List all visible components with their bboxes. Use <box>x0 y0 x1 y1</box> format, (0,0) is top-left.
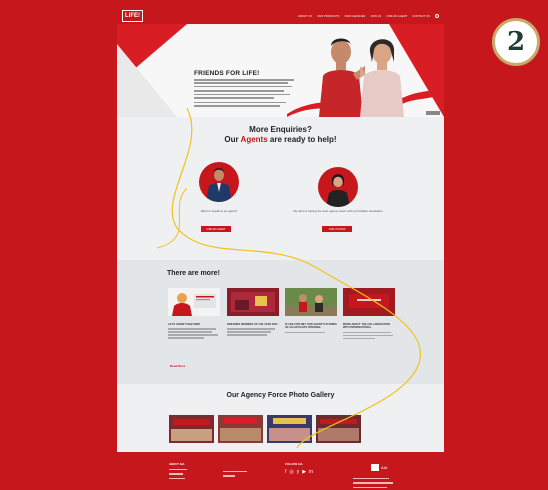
footer-brand: AIA <box>371 464 387 471</box>
news-card[interactable]: IS LIFE FOR ME? OUR AGENT'S STORIES OF A… <box>285 288 337 333</box>
step-number: 2 <box>506 27 526 57</box>
more-section: There are more! LET'S GROW TOGETHER! DRE <box>117 260 444 384</box>
footer-about-column: ABOUT AIA <box>169 462 209 482</box>
hero-person-left <box>319 38 365 117</box>
gallery-section: Our Agency Force Photo Gallery <box>117 384 444 452</box>
card-title: IS LIFE FOR ME? OUR AGENT'S STORIES OF A… <box>285 323 337 330</box>
instagram-icon[interactable]: ◎ <box>289 469 293 475</box>
site-footer: ABOUT AIA FOLLOW AIA f ◎ y ▶ in AIA <box>117 452 444 490</box>
gallery-photo[interactable] <box>267 415 312 443</box>
linkedin-icon[interactable]: in <box>309 469 313 475</box>
news-card[interactable]: LET'S GROW TOGETHER! <box>168 288 220 339</box>
nav-link-products[interactable]: OUR PRODUCTS <box>317 15 339 18</box>
news-card[interactable]: DREAMER WINNERS OF THE YEAR 2021 <box>227 288 279 336</box>
nav-link-find-agent[interactable]: FIND AN AGENT <box>386 15 407 18</box>
footer-follow-column: FOLLOW AIA f ◎ y ▶ in <box>285 462 313 475</box>
card-title: LET'S GROW TOGETHER! <box>168 323 201 326</box>
hero-grey-shape <box>117 44 177 117</box>
enquiries-subtitle: Our Agents are ready to help! <box>117 135 444 145</box>
card-thumbnail <box>285 288 337 316</box>
subtitle-highlight: Agents <box>240 135 268 144</box>
gallery-photo[interactable] <box>316 415 361 443</box>
step-number-badge: 2 <box>492 18 540 66</box>
hero-title: FRIENDS FOR LIFE! <box>194 70 260 77</box>
subtitle-suffix: are ready to help! <box>267 135 337 144</box>
hero-paragraph <box>194 79 294 109</box>
youtube-icon[interactable]: ▶ <box>302 469 306 475</box>
more-title: There are more! <box>167 270 220 277</box>
news-card[interactable]: MORE ABOUT THE COLLABORATION WITH INTERN… <box>343 288 395 340</box>
join-us-button[interactable]: JOIN US NOW <box>322 226 352 232</box>
footer-links-column <box>223 471 263 480</box>
nav-link-contact[interactable]: CONTACT US <box>412 15 430 18</box>
enquiries-title: More Enquiries? <box>249 125 312 134</box>
gallery-title: Our Agency Force Photo Gallery <box>226 392 335 399</box>
card-thumbnail <box>343 288 395 316</box>
card-thumbnail <box>227 288 279 316</box>
agent2-caption: My pilot of having the best agency team … <box>293 209 383 213</box>
brand-name: AIA <box>381 465 388 470</box>
nav-link-agencies[interactable]: OUR AGENCIES <box>344 15 365 18</box>
nav-link-about[interactable]: ABOUT US <box>298 15 312 18</box>
enquiries-section: More Enquiries? Our Agents are ready to … <box>117 117 444 260</box>
find-agent-button[interactable]: FIND AN AGENT <box>201 226 231 232</box>
agent1-caption: Want to speak to an agent? <box>200 209 238 213</box>
search-icon[interactable] <box>435 14 439 18</box>
hero-slider-control[interactable] <box>426 111 440 115</box>
social-links: f ◎ y ▶ in <box>285 469 313 475</box>
gallery-photo[interactable] <box>169 415 214 443</box>
facebook-icon[interactable]: f <box>285 469 286 475</box>
nav-link-join[interactable]: JOIN US <box>370 15 381 18</box>
card-thumbnail <box>168 288 220 316</box>
card-title: MORE ABOUT THE COLLABORATION WITH INTERN… <box>343 323 390 330</box>
hero-banner: FRIENDS FOR LIFE! <box>117 24 444 117</box>
read-more-link[interactable]: Read More <box>170 364 185 368</box>
footer-follow-heading: FOLLOW AIA <box>285 462 303 466</box>
gallery-photo[interactable] <box>218 415 263 443</box>
top-navbar: LIFE! ABOUT US OUR PRODUCTS OUR AGENCIES… <box>117 8 444 24</box>
twitter-icon[interactable]: y <box>297 469 300 475</box>
brand-logo-icon <box>371 464 379 471</box>
card-title: DREAMER WINNERS OF THE YEAR 2021 <box>227 323 278 326</box>
agent-male-photo <box>199 162 239 202</box>
nav-links: ABOUT US OUR PRODUCTS OUR AGENCIES JOIN … <box>298 14 439 18</box>
site-logo[interactable]: LIFE! <box>122 10 143 22</box>
hero-person-right <box>360 39 404 117</box>
subtitle-prefix: Our <box>224 135 241 144</box>
footer-about-heading: ABOUT AIA <box>169 462 185 466</box>
footer-legal-column <box>353 478 393 490</box>
agent-female-photo <box>318 167 358 207</box>
website-screenshot: LIFE! ABOUT US OUR PRODUCTS OUR AGENCIES… <box>117 8 444 490</box>
